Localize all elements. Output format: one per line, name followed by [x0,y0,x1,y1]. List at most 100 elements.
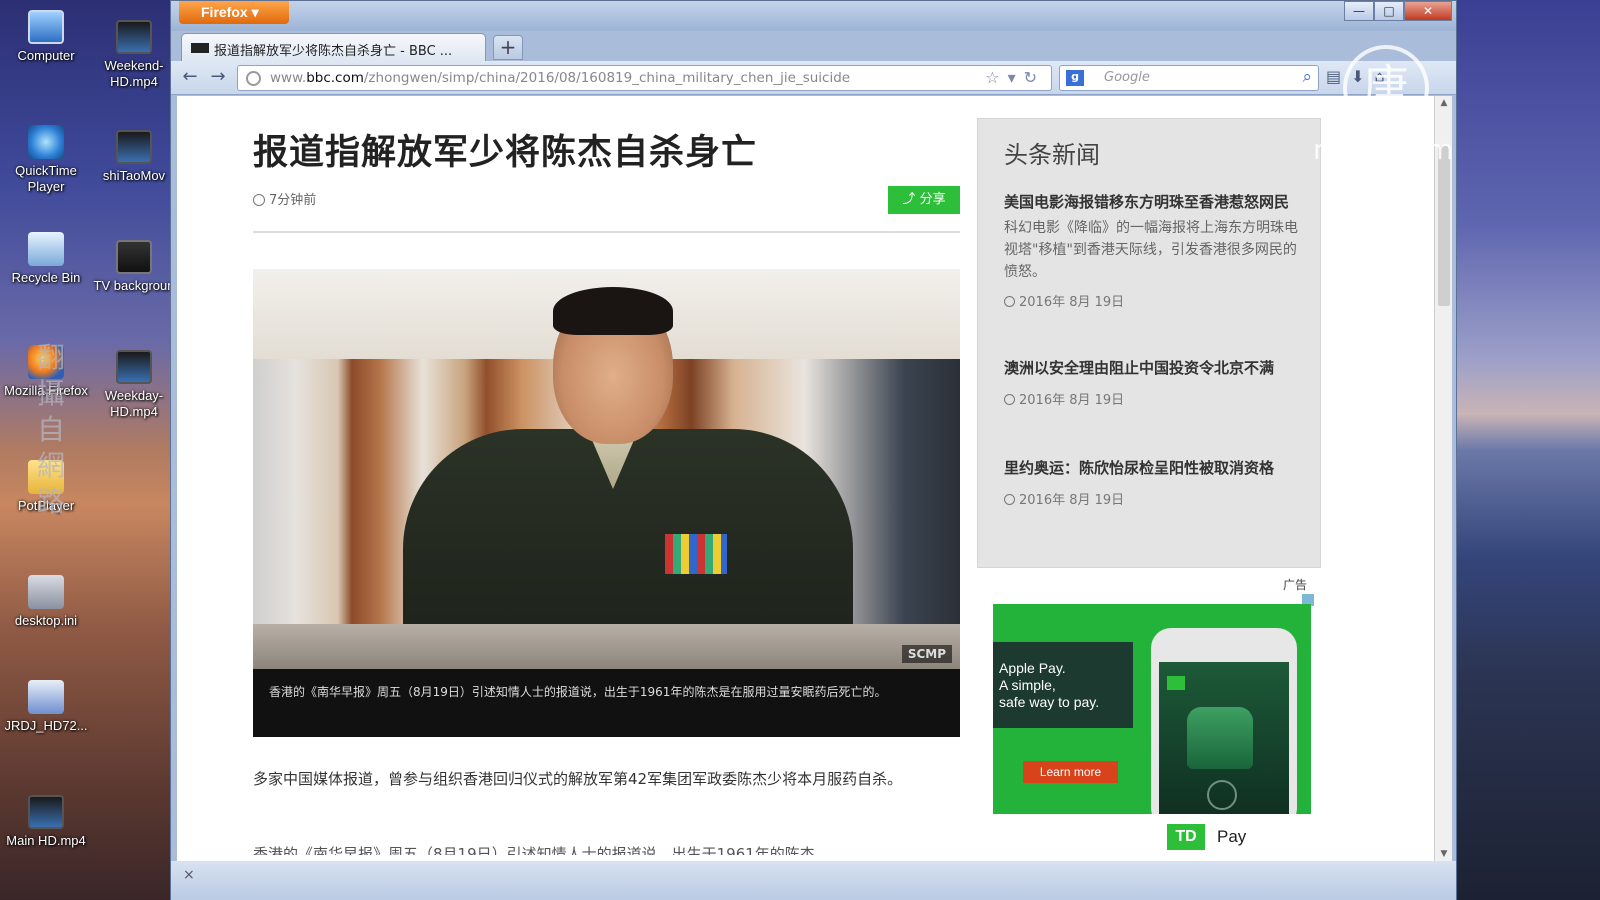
new-tab-button[interactable]: + [493,35,523,60]
news-date-text: 2016年 8月 19日 [1019,493,1125,508]
news-item[interactable]: 澳洲以安全理由阻止中国投资令北京不满 2016年 8月 19日 [1004,355,1304,408]
reload-icon[interactable]: ↻ [1024,68,1045,87]
firefox-menu-button[interactable]: Firefox ▾ [179,1,289,24]
clock-icon [1004,494,1015,505]
time-ago-text: 7分钟前 [269,193,317,208]
desktop-icon-weekend-video[interactable]: Weekend-HD.mp4 [92,20,176,90]
article-headline: 报道指解放军少将陈杰自杀身亡 [253,133,758,173]
desktop-icon-desktop-ini[interactable]: desktop.ini [4,575,88,629]
scroll-up-arrow-icon[interactable]: ▲ [1438,98,1450,108]
forward-arrow-icon[interactable]: → [207,67,229,89]
status-bar: × [171,861,1456,900]
maximize-button[interactable]: □ [1374,1,1404,21]
touch-id-icon [1207,780,1237,810]
desktop-icon-recycle-bin[interactable]: Recycle Bin [4,232,88,286]
vertical-scrollbar[interactable]: ▲ ▼ [1434,96,1452,861]
search-icon[interactable]: ⌕ [1302,67,1312,87]
news-summary: 科幻电影《降临》的一幅海报将上海东方明珠电视塔"移植"到香港天际线，引发香港很多… [1004,220,1298,280]
desktop-icon-shitao[interactable]: shiTaoMov [92,130,176,184]
desktop-icon-label: shiTaoMov [102,168,166,183]
ad-copy: Apple Pay. A simple, safe way to pay. [993,642,1133,728]
news-date: 2016年 8月 19日 [1004,389,1304,408]
ad-brands: TD Pay [1167,824,1246,850]
clock-icon [253,194,265,206]
dropdown-arrow-icon[interactable]: ▾ [1008,68,1024,87]
td-logo-icon [1167,676,1185,690]
desktop-icon-label: Computer [17,48,75,63]
scroll-down-arrow-icon[interactable]: ▼ [1438,849,1450,859]
tab-bbc-article[interactable]: 报道指解放军少将陈杰自杀身亡 - BBC ... [181,33,486,61]
close-window-button[interactable]: ✕ [1404,1,1452,21]
desktop-icon-jrdj[interactable]: JRDJ_HD72... [4,680,88,734]
bookmark-star-icon[interactable]: ☆ [985,68,1007,87]
desktop-right [1455,0,1600,900]
page-viewport: 报道指解放军少将陈杰自杀身亡 7分钟前 ⤴ 分享 SCMP 香港的《南华早报》周… [177,96,1434,861]
scroll-thumb[interactable] [1438,146,1450,306]
clock-icon [1004,394,1015,405]
ntd-channel-logo: 唐 [1343,45,1429,131]
sidebar-heading: 头条新闻 [1004,141,1100,169]
share-icon: ⤴ [902,192,916,207]
news-title[interactable]: 美国电影海报错移东方明珠至香港惹怒网民 [1004,189,1304,215]
close-addon-bar-icon[interactable]: × [183,867,195,883]
news-title[interactable]: 澳洲以安全理由阻止中国投资令北京不满 [1004,355,1304,381]
ad-phone-screen [1159,662,1289,814]
window-controls: — □ ✕ [1344,1,1452,21]
divider [253,231,960,233]
back-arrow-icon[interactable]: ← [179,67,201,89]
search-placeholder: Google [1104,70,1150,85]
url-host: bbc.com [306,70,364,86]
news-title[interactable]: 里约奥运：陈欣怡尿检呈阳性被取消资格 [1004,455,1304,481]
desktop-icon-label: Weekend-HD.mp4 [104,58,164,89]
article-paragraph-next: 香港的《南华早报》周五（8月19日）引述知情人士的报道说，出生于1961年的陈杰 [253,845,815,855]
news-date-text: 2016年 8月 19日 [1019,295,1125,310]
desktop-icon-label: Recycle Bin [11,270,81,285]
video-file-icon [116,130,152,164]
td-bank-logo: TD [1167,824,1205,850]
url-tools: ☆▾↻ [985,68,1045,87]
desktop-icon-label: Main HD.mp4 [6,833,86,848]
settings-file-icon [28,575,64,609]
video-file-icon [28,795,64,829]
share-button[interactable]: ⤴ 分享 [888,186,960,214]
url-prefix: www. [270,70,307,86]
ad-phone-image [1151,628,1297,814]
news-item[interactable]: 里约奥运：陈欣怡尿检呈阳性被取消资格 2016年 8月 19日 [1004,455,1304,508]
quicktime-icon [28,125,64,159]
news-date: 2016年 8月 19日 [1004,291,1304,310]
google-search-engine-icon[interactable]: g [1066,70,1084,86]
desktop-icon-tv-background[interactable]: TV backgroun [92,240,176,294]
tab-strip: 报道指解放军少将陈杰自杀身亡 - BBC ... + [171,31,1456,61]
desktop-icon-main-video[interactable]: Main HD.mp4 [4,795,88,849]
recycle-bin-icon [28,232,64,266]
browser-window: Firefox ▾ — □ ✕ 报道指解放军少将陈杰自杀身亡 - BBC ...… [170,0,1457,900]
photo-medal-ribbons [665,534,727,574]
desktop-icon-label: JRDJ_HD72... [4,718,88,733]
search-bar[interactable]: g Google ⌕ [1059,65,1319,91]
navigation-toolbar: ← → www.bbc.com/zhongwen/simp/china/2016… [171,61,1456,95]
clock-icon [1004,296,1015,307]
desktop-icon-weekday-video[interactable]: Weekday-HD.mp4 [92,350,176,420]
news-item[interactable]: 美国电影海报错移东方明珠至香港惹怒网民 科幻电影《降临》的一幅海报将上海东方明珠… [1004,189,1304,310]
learn-more-button[interactable]: Learn more [1023,761,1118,783]
photo-desk [253,624,960,669]
minimize-button[interactable]: — [1344,1,1374,21]
desktop-icon-quicktime[interactable]: QuickTime Player [4,125,88,195]
photo-officer-hair [553,287,673,335]
title-bar: Firefox ▾ — □ ✕ [171,1,1456,31]
share-label: 分享 [919,192,946,207]
bbc-favicon-icon [191,43,209,53]
article-paragraph: 多家中国媒体报道，曾参与组织香港回归仪式的解放军第42军集团军政委陈杰少将本月服… [253,770,903,788]
chair-icon [1187,707,1253,769]
ad-label: 广告 [1283,578,1308,592]
apple-pay-ad[interactable]: Apple Pay. A simple, safe way to pay. Le… [993,604,1311,814]
photo-caption: 香港的《南华早报》周五（8月19日）引述知情人士的报道说，出生于1961年的陈杰… [253,669,960,737]
apple-pay-logo: Pay [1217,827,1246,847]
ntd-channel-text: ntdtv.com [1313,133,1454,166]
desktop-icon-label: QuickTime Player [15,163,77,194]
desktop-icon-label: TV backgroun [93,278,175,293]
computer-icon [28,10,64,44]
url-bar[interactable]: www.bbc.com/zhongwen/simp/china/2016/08/… [237,65,1052,91]
desktop-icon-computer[interactable]: Computer [4,10,88,64]
firefox-menu-label: Firefox [201,4,248,20]
